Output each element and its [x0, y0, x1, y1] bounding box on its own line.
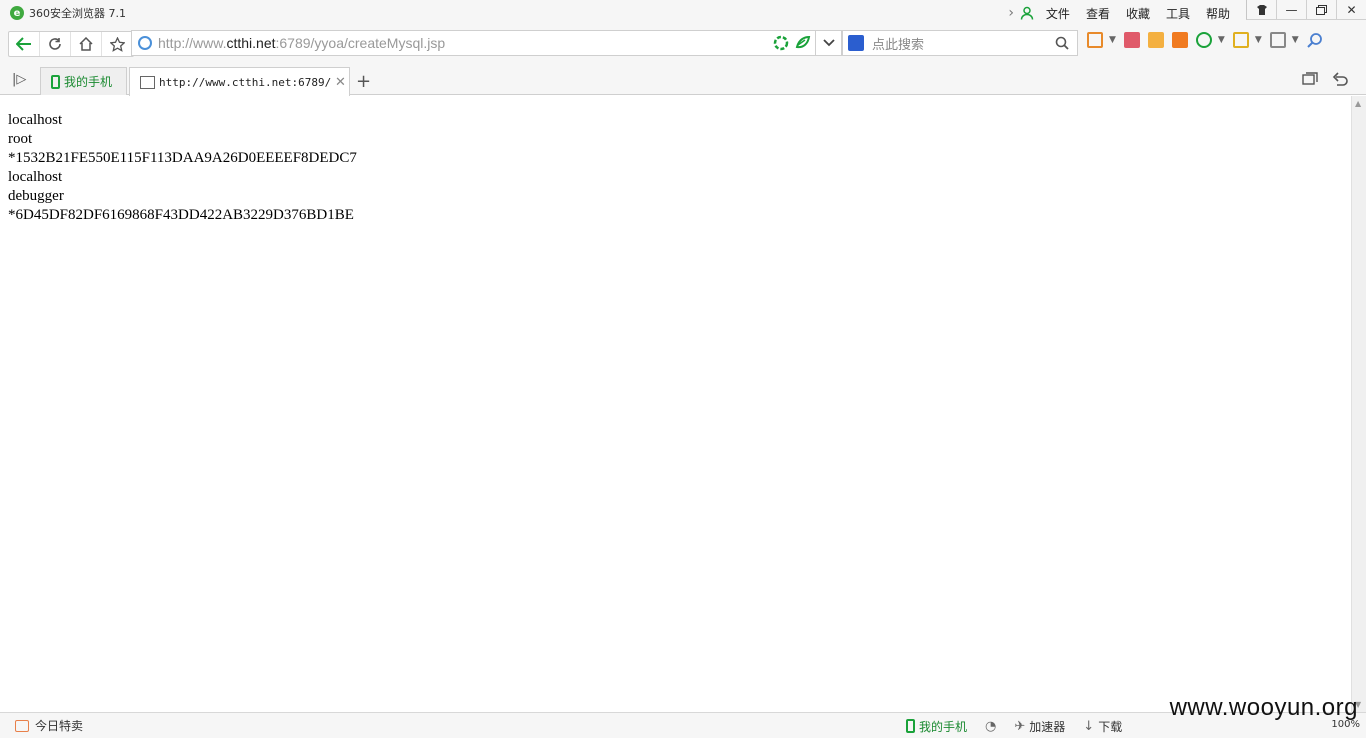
browser-logo-icon: e: [10, 6, 24, 20]
status-accelerator-label: 加速器: [1029, 719, 1066, 734]
sidebar-toggle-icon[interactable]: |▷: [12, 72, 26, 87]
screenshot-extension-icon[interactable]: [1269, 32, 1286, 48]
title-bar: e 360安全浏览器 7.1 › 文件 查看 收藏 工具 帮助 — ✕: [0, 0, 1366, 26]
watermark: www.wooyun.org: [1169, 694, 1358, 721]
back-arrow-icon[interactable]: [9, 32, 40, 56]
refresh-icon[interactable]: [40, 32, 71, 56]
address-tools: [773, 35, 811, 51]
speed-mode-icon[interactable]: [795, 35, 811, 51]
content-line: localhost: [8, 169, 63, 185]
search-box[interactable]: 点此搜索: [842, 30, 1078, 56]
content-line: *6D45DF82DF6169868F43DD422AB3229D376BD1B…: [8, 207, 354, 223]
flight-extension-icon[interactable]: [1171, 32, 1188, 48]
menu-view[interactable]: 查看: [1086, 5, 1110, 22]
status-my-phone[interactable]: 我的手机: [906, 718, 967, 735]
page-content: localhost root *1532B21FE550E115F113DAA9…: [0, 96, 1351, 712]
screenshot-dropdown-icon[interactable]: ▼: [1292, 35, 1299, 45]
page-globe-icon: [138, 36, 152, 50]
daily-deals-link[interactable]: 今日特卖: [35, 717, 83, 734]
game-dropdown-icon[interactable]: ▼: [1255, 35, 1262, 45]
search-placeholder[interactable]: 点此搜索: [872, 34, 924, 53]
window-title: 360安全浏览器 7.1: [29, 7, 126, 20]
skin-icon[interactable]: [1246, 0, 1276, 20]
address-dropdown-icon[interactable]: [816, 30, 842, 56]
menu-file[interactable]: 文件: [1046, 5, 1070, 22]
close-window-icon[interactable]: ✕: [1336, 0, 1366, 20]
download-icon: ↓: [1083, 718, 1095, 734]
status-bar: 今日特卖 我的手机 ◔ ✈ 加速器 ↓ 下载: [0, 712, 1366, 738]
title-bar-right: › 文件 查看 收藏 工具 帮助 — ✕: [1008, 0, 1366, 26]
address-bar[interactable]: http://www.ctthi.net:6789/yyoa/createMys…: [131, 30, 816, 56]
status-download[interactable]: ↓ 下载: [1083, 718, 1122, 735]
window-controls: — ✕: [1246, 0, 1366, 22]
content-line: debugger: [8, 188, 64, 204]
minimize-icon[interactable]: —: [1276, 0, 1306, 20]
navigation-bar: http://www.ctthi.net:6789/yyoa/createMys…: [0, 26, 1366, 62]
restore-icon[interactable]: [1306, 0, 1336, 20]
gift-icon[interactable]: [15, 719, 29, 732]
new-tab-icon[interactable]: +: [356, 71, 371, 92]
content-line: *1532B21FE550E115F113DAA9A26D0EEEEF8DEDC…: [8, 150, 357, 166]
tab-tools: [1302, 72, 1348, 86]
undo-close-icon[interactable]: [1332, 72, 1348, 86]
menu-favorites[interactable]: 收藏: [1126, 5, 1150, 22]
mail-extension-icon[interactable]: [1123, 32, 1140, 48]
vertical-scrollbar[interactable]: ▲ ▼: [1351, 96, 1366, 712]
rocket-icon: ✈: [1014, 718, 1026, 734]
status-my-phone-label: 我的手机: [919, 719, 968, 734]
user-icon[interactable]: [1020, 6, 1034, 20]
home-icon[interactable]: [71, 32, 102, 56]
nav-buttons: [8, 31, 134, 57]
find-extension-icon[interactable]: [1306, 32, 1323, 48]
speed-icon[interactable]: ◔: [985, 719, 996, 734]
payment-dropdown-icon[interactable]: ▼: [1218, 35, 1225, 45]
game-extension-icon[interactable]: [1232, 32, 1249, 48]
tab-my-phone-label: 我的手机: [64, 75, 113, 89]
tab-active-label: http://www.ctthi.net:6789/yyoa/createMys…: [159, 75, 331, 89]
search-icon[interactable]: [1055, 36, 1069, 50]
tab-active-page[interactable]: http://www.ctthi.net:6789/yyoa/createMys…: [129, 67, 350, 96]
chevron-right-icon[interactable]: ›: [1008, 5, 1014, 21]
status-tools: 我的手机 ◔ ✈ 加速器 ↓ 下载: [906, 713, 1122, 739]
content-line: root: [8, 131, 33, 147]
content-line: localhost: [8, 112, 63, 128]
page-favicon-icon: [140, 75, 155, 89]
tab-my-phone[interactable]: 我的手机: [40, 67, 127, 95]
address-url[interactable]: http://www.ctthi.net:6789/yyoa/createMys…: [158, 35, 445, 51]
status-download-label: 下载: [1098, 719, 1123, 734]
payment-extension-icon[interactable]: [1195, 32, 1212, 48]
menu-tools[interactable]: 工具: [1166, 5, 1190, 22]
extensions-bar: ▼ ▼ ▼ ▼: [1087, 32, 1323, 48]
tab-bar: |▷ 我的手机 http://www.ctthi.net:6789/yyoa/c…: [0, 62, 1366, 96]
search-engine-icon[interactable]: [848, 35, 864, 51]
apps-grid-icon[interactable]: [1087, 32, 1103, 48]
menu-help[interactable]: 帮助: [1206, 5, 1230, 22]
scroll-up-icon[interactable]: ▲: [1355, 99, 1361, 108]
phone-icon: [51, 74, 60, 89]
apps-dropdown-icon[interactable]: ▼: [1109, 35, 1116, 45]
phone-status-icon: [906, 719, 915, 733]
security-shield-icon[interactable]: [773, 35, 789, 51]
star-icon[interactable]: [102, 32, 133, 56]
close-tab-icon[interactable]: ✕: [335, 75, 346, 90]
translate-extension-icon[interactable]: [1147, 32, 1164, 48]
status-accelerator[interactable]: ✈ 加速器: [1014, 718, 1065, 735]
tab-list-icon[interactable]: [1302, 72, 1318, 86]
zoom-level[interactable]: 100%: [1331, 719, 1360, 730]
